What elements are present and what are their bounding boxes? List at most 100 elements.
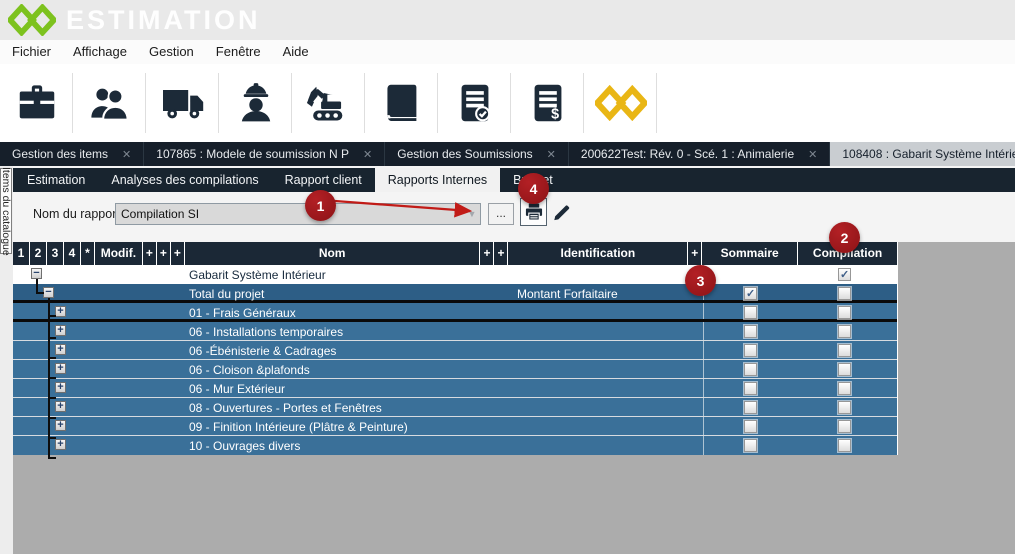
browse-button[interactable]: ... (488, 203, 514, 225)
compilation-checkbox[interactable] (838, 306, 851, 319)
print-report-button[interactable] (520, 198, 547, 226)
table-row[interactable]: + 06 - Installations temporaires (13, 322, 897, 341)
row-name: 06 -Ébénisterie & Cadrages (189, 344, 336, 358)
sidebar-tab-items-du-catalogue[interactable]: Items du catalogue (0, 168, 12, 254)
collapse-icon[interactable]: − (31, 268, 42, 279)
compilation-checkbox[interactable] (838, 439, 851, 452)
tree-line (48, 377, 56, 379)
tab-label: Gestion des Soumissions (397, 147, 532, 161)
subtab-estimation[interactable]: Estimation (14, 168, 98, 192)
document-check-button[interactable] (438, 64, 511, 142)
header-col-plus[interactable]: + (688, 242, 702, 265)
header-col-4[interactable]: 4 (64, 242, 81, 265)
column-divider (703, 417, 704, 435)
header-col-plus[interactable]: + (157, 242, 171, 265)
sommaire-checkbox[interactable] (744, 344, 757, 357)
header-col-compilation: Compilation (798, 242, 897, 265)
collapse-icon[interactable]: − (43, 287, 54, 298)
sommaire-checkbox[interactable] (744, 439, 757, 452)
menu-affichage[interactable]: Affichage (62, 40, 138, 64)
sommaire-checkbox[interactable] (744, 325, 757, 338)
header-col-2[interactable]: 2 (30, 242, 47, 265)
compilation-checkbox[interactable] (838, 287, 851, 300)
close-icon[interactable]: ✕ (122, 148, 131, 161)
menu-fichier[interactable]: Fichier (1, 40, 62, 64)
tree-line (48, 417, 56, 419)
subtab-budget[interactable]: Budget (500, 168, 566, 192)
table-row[interactable]: + 06 - Mur Extérieur (13, 379, 897, 398)
table-row[interactable]: + 01 - Frais Généraux (13, 303, 897, 322)
subtab-analyses-des-compilations[interactable]: Analyses des compilations (98, 168, 271, 192)
compilation-checkbox[interactable] (838, 325, 851, 338)
sommaire-checkbox[interactable] (744, 287, 757, 300)
menu-bar: Fichier Affichage Gestion Fenêtre Aide (0, 40, 1015, 64)
header-col-1[interactable]: 1 (13, 242, 30, 265)
subtab-rapport-client[interactable]: Rapport client (272, 168, 375, 192)
catalogue-button[interactable] (365, 64, 438, 142)
chevron-down-icon[interactable]: ▼ (464, 209, 480, 219)
expand-icon[interactable]: + (55, 439, 66, 450)
toolbox-button[interactable] (0, 64, 73, 142)
truck-icon (159, 79, 207, 127)
compilation-checkbox[interactable] (838, 344, 851, 357)
close-icon[interactable]: ✕ (547, 148, 556, 161)
subtab-rapports-internes[interactable]: Rapports Internes (375, 168, 500, 192)
header-col-star[interactable]: * (81, 242, 95, 265)
equipment-button[interactable] (292, 64, 365, 142)
tree-line (48, 315, 56, 317)
close-icon[interactable]: ✕ (363, 148, 372, 161)
truck-button[interactable] (146, 64, 219, 142)
menu-fenetre[interactable]: Fenêtre (205, 40, 272, 64)
expand-icon[interactable]: + (55, 401, 66, 412)
sommaire-checkbox[interactable] (744, 382, 757, 395)
worker-button[interactable] (219, 64, 292, 142)
expand-icon[interactable]: + (55, 306, 66, 317)
tab-gestion-des-soumissions[interactable]: Gestion des Soumissions ✕ (385, 142, 569, 166)
table-row[interactable]: − Total du projet Montant Forfaitaire (13, 284, 897, 303)
menu-gestion[interactable]: Gestion (138, 40, 205, 64)
table-row[interactable]: + 06 - Cloison &plafonds (13, 360, 897, 379)
compilation-checkbox[interactable] (838, 363, 851, 376)
toolbar: $ (0, 64, 1015, 142)
header-col-plus[interactable]: + (480, 242, 494, 265)
tab-108408-gabarit[interactable]: 108408 : Gabarit Système Intérieur ✕ (830, 142, 1015, 166)
table-row[interactable]: + 06 -Ébénisterie & Cadrages (13, 341, 897, 360)
estimation-home-button[interactable] (584, 64, 657, 142)
document-dollar-button[interactable]: $ (511, 64, 584, 142)
close-icon[interactable]: ✕ (808, 148, 817, 161)
compilation-checkbox[interactable] (838, 268, 851, 281)
edit-report-button[interactable] (550, 200, 574, 224)
document-check-icon (452, 80, 498, 126)
tree-line (36, 292, 44, 294)
sommaire-checkbox[interactable] (744, 420, 757, 433)
expand-icon[interactable]: + (55, 363, 66, 374)
tab-107865[interactable]: 107865 : Modele de soumission N P ✕ (144, 142, 385, 166)
header-col-plus[interactable]: + (171, 242, 185, 265)
column-divider (703, 265, 704, 284)
expand-icon[interactable]: + (55, 344, 66, 355)
expand-icon[interactable]: + (55, 325, 66, 336)
subtab-label: Estimation (27, 173, 85, 187)
report-name-combobox[interactable]: Compilation SI ▼ (115, 203, 481, 225)
header-col-sommaire: Sommaire (702, 242, 798, 265)
expand-icon[interactable]: + (55, 420, 66, 431)
tab-200622test[interactable]: 200622Test: Rév. 0 - Scé. 1 : Animalerie… (569, 142, 830, 166)
expand-icon[interactable]: + (55, 382, 66, 393)
sommaire-checkbox[interactable] (744, 306, 757, 319)
compilation-checkbox[interactable] (838, 420, 851, 433)
table-row[interactable]: + 08 - Ouvertures - Portes et Fenêtres (13, 398, 897, 417)
report-picker-row: Nom du rapport Compilation SI ▼ ... (13, 192, 1015, 242)
resources-button[interactable] (73, 64, 146, 142)
table-row[interactable]: + 10 - Ouvrages divers (13, 436, 897, 455)
header-col-plus[interactable]: + (494, 242, 508, 265)
table-row[interactable]: − Gabarit Système Intérieur (13, 265, 897, 284)
table-row[interactable]: + 09 - Finition Intérieure (Plâtre & Pei… (13, 417, 897, 436)
header-col-3[interactable]: 3 (47, 242, 64, 265)
header-col-plus[interactable]: + (143, 242, 157, 265)
compilation-checkbox[interactable] (838, 401, 851, 414)
sommaire-checkbox[interactable] (744, 363, 757, 376)
tab-gestion-des-items[interactable]: Gestion des items ✕ (0, 142, 144, 166)
compilation-checkbox[interactable] (838, 382, 851, 395)
menu-aide[interactable]: Aide (272, 40, 320, 64)
sommaire-checkbox[interactable] (744, 401, 757, 414)
